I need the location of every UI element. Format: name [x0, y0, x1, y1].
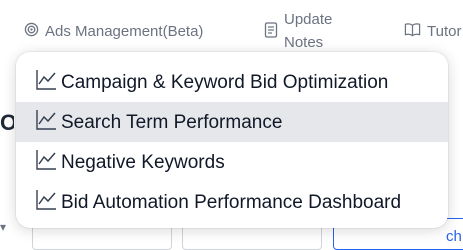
menu-item-label: Bid Automation Performance Dashboard: [61, 192, 402, 213]
nav-update-notes[interactable]: Update Notes: [264, 8, 332, 54]
nav-ads-management[interactable]: Ads Management(Beta): [24, 20, 203, 42]
nav-tutorial-label: Tutor: [427, 22, 462, 40]
trend-chart-icon: [35, 69, 57, 91]
target-icon: [24, 22, 39, 41]
menu-item-negative-keywords[interactable]: Negative Keywords: [16, 142, 448, 182]
menu-item-label: Campaign & Keyword Bid Optimization: [61, 72, 389, 93]
notes-icon: [264, 22, 278, 42]
trend-chart-icon: [35, 149, 57, 171]
nav-update-notes-line1: Update: [284, 11, 333, 28]
nav-tutorial[interactable]: Tutor: [404, 20, 461, 42]
menu-item-search-term-performance[interactable]: Search Term Performance: [16, 102, 448, 142]
nav-update-notes-line2: Notes: [284, 34, 324, 51]
trend-chart-icon: [35, 109, 57, 131]
trend-chart-icon: [35, 189, 57, 211]
book-icon: [404, 22, 421, 41]
menu-item-label: Negative Keywords: [61, 152, 225, 173]
menu-item-campaign-keyword-bid-optimization[interactable]: Campaign & Keyword Bid Optimization: [16, 62, 448, 102]
nav-ads-management-label: Ads Management(Beta): [45, 22, 204, 40]
top-navigation: Ads Management(Beta) Update Notes Tutor: [0, 0, 463, 60]
page-title: OI: [0, 110, 14, 135]
filter-input-text: ch: [446, 228, 462, 245]
menu-item-bid-automation-performance-dashboard[interactable]: Bid Automation Performance Dashboard: [16, 182, 448, 222]
menu-item-label: Search Term Performance: [61, 112, 283, 133]
ads-management-dropdown-menu: Campaign & Keyword Bid Optimization Sear…: [16, 52, 448, 228]
